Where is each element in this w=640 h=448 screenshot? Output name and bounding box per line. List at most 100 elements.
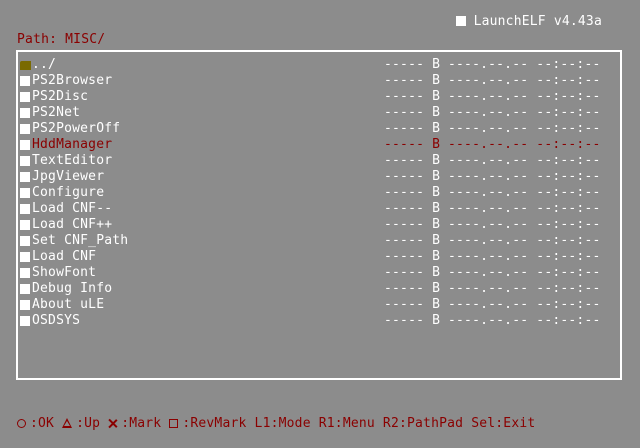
app-title: LaunchELF v4.43a [455,14,602,30]
file-date: ----.--.-- --:--:-- [448,121,601,136]
square-icon [455,16,466,26]
file-row[interactable]: ../ ----- B ----.--.-- --:--:-- [18,57,620,73]
folder-icon [20,61,31,70]
circle-icon [17,419,26,428]
file-name: OSDSYS [32,313,81,328]
button-hint-label: :OK [30,416,55,431]
file-date: ----.--.-- --:--:-- [448,105,601,120]
file-date: ----.--.-- --:--:-- [448,89,601,104]
file-icon [20,76,30,86]
file-icon [20,188,30,198]
button-hint-label: :Mark [121,416,162,431]
triangle-icon [62,418,73,428]
file-row[interactable]: ShowFont ----- B ----.--.-- --:--:-- [18,265,620,281]
file-row[interactable]: PS2Net ----- B ----.--.-- --:--:-- [18,105,620,121]
file-date: ----.--.-- --:--:-- [448,265,601,280]
file-size: ----- B [384,217,441,232]
file-row[interactable]: Load CNF++ ----- B ----.--.-- --:--:-- [18,217,620,233]
file-row[interactable]: PS2Browser ----- B ----.--.-- --:--:-- [18,73,620,89]
file-name: JpgViewer [32,169,105,184]
file-row[interactable]: Debug Info ----- B ----.--.-- --:--:-- [18,281,620,297]
file-name: Set CNF_Path [32,233,129,248]
button-hint-label: R1:Menu [318,416,375,431]
file-name: TextEditor [32,153,113,168]
file-size: ----- B [384,121,441,136]
file-list: ../ ----- B ----.--.-- --:--:-- PS2Browser -… [18,57,620,329]
file-date: ----.--.-- --:--:-- [448,169,601,184]
file-date: ----.--.-- --:--:-- [448,201,601,216]
file-name: PS2Browser [32,73,113,88]
file-icon [20,124,30,134]
button-hint-label: :RevMark [182,416,247,431]
file-name: PS2Net [32,105,81,120]
file-icon [20,172,30,182]
file-size: ----- B [384,73,441,88]
file-row[interactable]: JpgViewer ----- B ----.--.-- --:--:-- [18,169,620,185]
square-icon [169,419,179,428]
file-date: ----.--.-- --:--:-- [448,217,601,232]
file-name: ../ [32,57,57,72]
file-date: ----.--.-- --:--:-- [448,313,601,328]
button-hint: :Up [62,416,100,431]
file-row[interactable]: HddManager ----- B ----.--.-- --:--:-- [18,137,620,153]
file-row[interactable]: About uLE ----- B ----.--.-- --:--:-- [18,297,620,313]
file-size: ----- B [384,169,441,184]
file-row[interactable]: Load CNF-- ----- B ----.--.-- --:--:-- [18,201,620,217]
file-date: ----.--.-- --:--:-- [448,137,601,152]
file-row[interactable]: Set CNF_Path ----- B ----.--.-- --:--:-- [18,233,620,249]
button-hint-label: R2:PathPad [382,416,464,431]
file-date: ----.--.-- --:--:-- [448,249,601,264]
button-hint-label: :Up [76,416,101,431]
file-icon [20,236,30,246]
file-icon [20,140,30,150]
file-size: ----- B [384,137,441,152]
file-name: Debug Info [32,281,113,296]
file-icon [20,108,30,118]
file-name: Load CNF++ [32,217,113,232]
file-row[interactable]: TextEditor ----- B ----.--.-- --:--:-- [18,153,620,169]
file-icon [20,300,30,310]
file-size: ----- B [384,89,441,104]
file-name: Configure [32,185,105,200]
file-size: ----- B [384,281,441,296]
file-icon [20,284,30,294]
file-row[interactable]: PS2Disc ----- B ----.--.-- --:--:-- [18,89,620,105]
file-name: PS2Disc [32,89,89,104]
app-title-text: LaunchELF v4.43a [473,14,602,29]
file-date: ----.--.-- --:--:-- [448,73,601,88]
file-size: ----- B [384,185,441,200]
file-size: ----- B [384,57,441,72]
file-name: About uLE [32,297,105,312]
file-name: ShowFont [32,265,97,280]
file-name: PS2PowerOff [32,121,121,136]
file-date: ----.--.-- --:--:-- [448,281,601,296]
button-hint: Sel:Exit [471,416,535,431]
button-hint: :Mark [108,416,161,431]
file-row[interactable]: Load CNF ----- B ----.--.-- --:--:-- [18,249,620,265]
button-hint-label: L1:Mode [254,416,311,431]
file-date: ----.--.-- --:--:-- [448,233,601,248]
file-size: ----- B [384,297,441,312]
file-browser-panel: ../ ----- B ----.--.-- --:--:-- PS2Browser -… [16,50,622,380]
file-row[interactable]: Configure ----- B ----.--.-- --:--:-- [18,185,620,201]
file-row[interactable]: OSDSYS ----- B ----.--.-- --:--:-- [18,313,620,329]
file-date: ----.--.-- --:--:-- [448,185,601,200]
file-icon [20,268,30,278]
button-hint: L1:Mode [255,416,311,431]
file-date: ----.--.-- --:--:-- [448,297,601,312]
cross-icon [108,419,117,428]
button-hint: R1:Menu [319,416,375,431]
file-size: ----- B [384,249,441,264]
button-hint: R2:PathPad [383,416,463,431]
file-name: Load CNF [32,249,97,264]
file-row[interactable]: PS2PowerOff ----- B ----.--.-- --:--:-- [18,121,620,137]
file-size: ----- B [384,265,441,280]
file-size: ----- B [384,233,441,248]
file-icon [20,252,30,262]
file-name: HddManager [32,137,113,152]
button-hint-label: Sel:Exit [471,416,536,431]
file-size: ----- B [384,105,441,120]
button-hint: :RevMark [169,416,246,431]
button-hints-bar: :OK :Up :Mark :RevMark L1:Mode R1:Menu R2:Path… [17,416,543,432]
file-date: ----.--.-- --:--:-- [448,57,601,72]
